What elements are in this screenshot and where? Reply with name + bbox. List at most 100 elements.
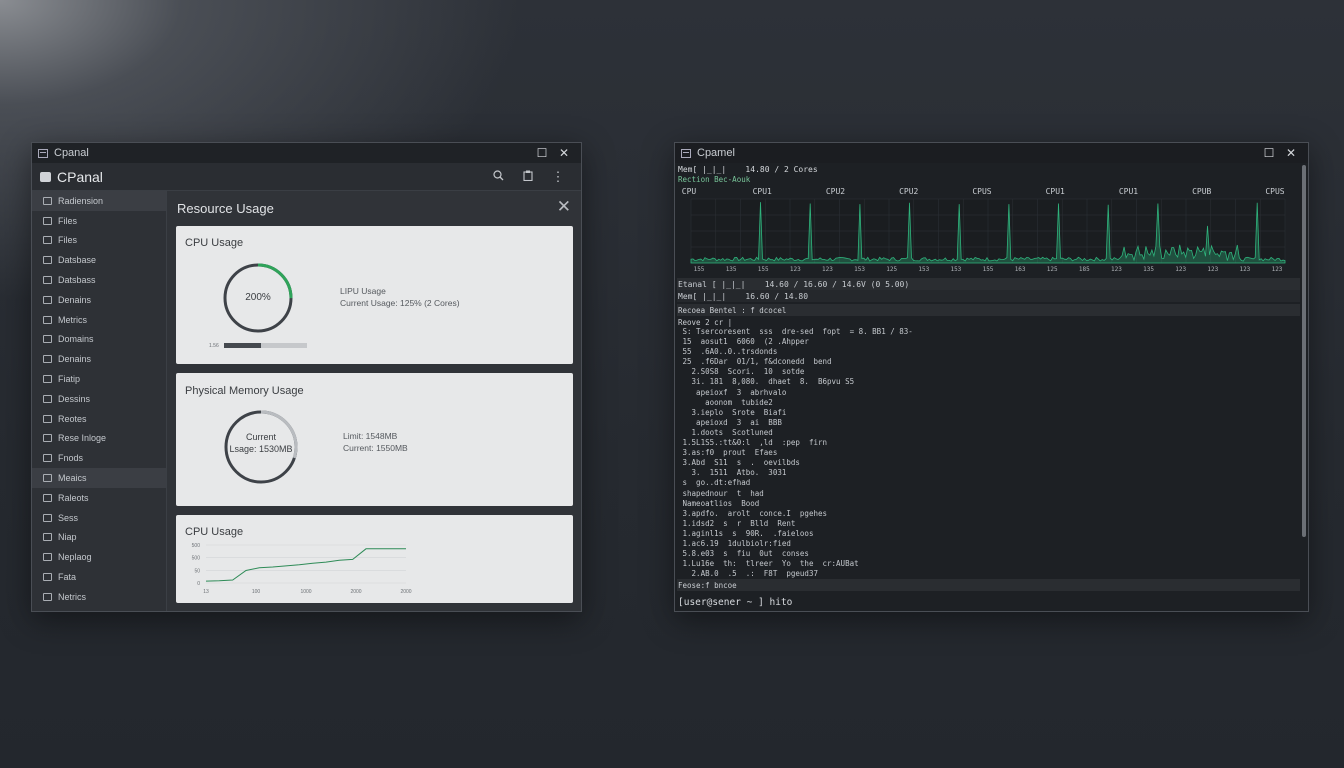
process-list: S: Tsercoresent sss dre-sed fopt = 8. BB… [678,327,1278,579]
menu-item-icon [43,414,52,423]
menu-item-icon [43,513,52,522]
section-line-1: Recoea Bentel : f dcocel [678,306,787,315]
cpu-core-label: CPU1 [1046,187,1065,196]
menu-item-icon [43,434,52,443]
y-tick-label: 500 [192,543,201,549]
process-row: 1.aginl1s s 90R. .faieloos [678,528,814,538]
cpu-series-line [205,548,406,582]
app-header: CPanal ⋮ [32,163,581,191]
more-vertical-icon[interactable]: ⋮ [543,169,573,185]
cpu-usage-card: CPU Usage 200% LIPU Usage Current Usage:… [176,226,573,364]
sidebar-item[interactable]: Datsbass [32,270,166,290]
close-button[interactable]: ✕ [1280,146,1302,160]
sidebar-item[interactable]: Reotes [32,409,166,429]
cpu-info-current: Current Usage: 125% (2 Cores) [340,298,460,308]
sidebar-item[interactable]: Netrics [32,587,166,607]
x-tick-label: 123 [822,266,833,273]
process-row: apeioxd 3 ai BBB [678,417,782,427]
process-row: s go..dt:efhad [678,478,751,488]
x-tick-label: 100 [252,589,261,595]
x-tick-label: 123 [1111,266,1122,273]
sidebar-item[interactable]: Denains [32,349,166,369]
cpu-core-label: CPU1 [1119,187,1138,196]
sidebar-item[interactable]: Metrics [32,310,166,330]
footer-line: Feose:f bncoe [678,581,737,590]
x-tick-label: 153 [918,266,929,273]
search-icon[interactable] [483,169,513,184]
cpu-core-label: CPU1 [753,187,772,196]
cpanel-logo-icon [40,171,51,182]
cpu-core-label: CPU2 [826,187,845,196]
sidebar-item[interactable]: Fata [32,567,166,587]
x-tick-label: 123 [1272,266,1283,273]
menu-item-icon [43,315,52,324]
x-tick-label: 155 [758,266,769,273]
process-row: 25 .f6Dar 01/1, f&dconedd bend [678,357,832,367]
y-tick-label: 500 [192,556,201,562]
y-tick-label: 0 [197,581,200,587]
terminal-scrollbar[interactable] [1302,165,1306,537]
sidebar-item[interactable]: Radiension [32,191,166,211]
process-row: shapednour t had [678,488,764,498]
close-panel-icon[interactable]: ✕ [557,197,571,217]
x-tick-label: 123 [1175,266,1186,273]
sidebar-item-label: Raleots [58,492,89,503]
etanal-line: Etanal [ |_|_| 14.60 / 16.60 / 14.6V (0 … [678,280,910,289]
process-row: 3.as:f0 prout Efaes [678,448,778,458]
maximize-button[interactable]: ☐ [531,146,553,160]
sidebar-item[interactable]: Datsbase [32,250,166,270]
process-row: 15 aosut1 6060 (2 .Ahpper [678,337,809,347]
sidebar-item[interactable]: Fiatip [32,369,166,389]
sidebar-item[interactable]: Denains [32,290,166,310]
sidebar-item-label: Datsbass [58,275,96,286]
sidebar-item[interactable]: Sess [32,508,166,528]
menu-item-icon [43,276,52,285]
clipboard-icon[interactable] [513,169,543,184]
close-button[interactable]: ✕ [553,146,575,160]
cpu-info-title: LIPU Usage [340,286,386,296]
sidebar-item[interactable]: Domains [32,330,166,350]
sidebar-item[interactable]: Files [32,231,166,251]
menu-item-icon [43,394,52,403]
maximize-button[interactable]: ☐ [1258,146,1280,160]
sidebar-item[interactable]: Dessins [32,389,166,409]
cpu-core-label: CPUS [972,187,991,196]
sidebar-item[interactable]: Neplaog [32,547,166,567]
menu-item-icon [43,493,52,502]
app-window-icon [681,148,691,158]
process-row: 1.ac6.19 1dulbiolr:fied [678,538,791,548]
process-row: 5.8.e03 s fiu 0ut conses [678,549,809,559]
x-tick-label: 123 [790,266,801,273]
menu-item-icon [43,236,52,245]
app-window-icon [38,148,48,158]
sidebar-item-label: Fata [58,572,77,583]
card-title: Physical Memory Usage [185,385,304,397]
sidebar-item[interactable]: Fnods [32,448,166,468]
cpu-progress-fill [224,343,262,348]
menu-item-icon [43,474,52,483]
window-title: Cpanal [54,147,89,159]
memory-usage-card: Physical Memory Usage Current Lsage: 153… [176,373,573,506]
sidebar-item[interactable]: Raleots [32,488,166,508]
sidebar-item[interactable]: Rese Inloge [32,429,166,449]
sidebar-item-label: Fnods [58,453,84,464]
shell-prompt[interactable]: [user@sener ~ ] hito [678,597,792,608]
sidebar-item[interactable]: Niap [32,528,166,548]
memory-gauge-line1: Current [245,432,276,442]
menu-item-icon [43,355,52,364]
x-tick-label: 135 [1143,266,1154,273]
sidebar-item-label: Reotes [58,413,87,424]
title-bar: Cpanal ☐ ✕ [32,143,581,163]
sidebar-item[interactable]: Meaics [32,468,166,488]
sidebar-item-label: Rese Inloge [58,433,107,444]
x-tick-label: 123 [1207,266,1218,273]
sidebar-item-label: Neplaog [58,552,92,563]
memory-gauge-line2: Lsage: 1530MB [229,444,293,454]
x-tick-label: 135 [726,266,737,273]
header-mem-line: Mem[ |_|_| 14.80 / 2 Cores [678,165,818,174]
section-line-2: Reove 2 cr | [678,318,733,327]
sidebar-item[interactable]: Files [32,211,166,231]
menu-item-icon [43,592,52,601]
card-title: CPU Usage [185,526,244,538]
x-tick-label: 125 [886,266,897,273]
